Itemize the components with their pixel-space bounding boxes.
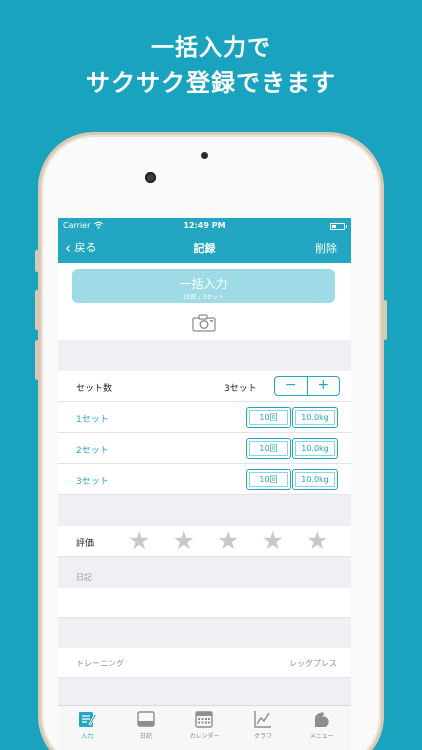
- training-value: レッグプレス: [289, 659, 337, 668]
- star-rating: ★ ★ ★ ★ ★: [128, 528, 351, 553]
- rating-row: 評価 ★ ★ ★ ★ ★: [58, 526, 351, 557]
- battery-icon: [330, 223, 347, 230]
- set-count-value: 3セット: [224, 384, 257, 394]
- tab-graph[interactable]: グラフ: [234, 706, 293, 750]
- bulk-input-button[interactable]: 一括入力 10回 / 3セット: [72, 269, 335, 303]
- volume-up-button: [35, 290, 39, 330]
- star-icon[interactable]: ★: [128, 528, 173, 553]
- plus-button[interactable]: +: [306, 377, 340, 395]
- set-count-stepper: − +: [274, 376, 340, 396]
- delete-button[interactable]: 削除: [315, 240, 337, 256]
- bulk-input-label: 一括入力: [179, 277, 228, 291]
- set-count-label: セット数: [76, 384, 113, 394]
- minus-button[interactable]: −: [275, 377, 307, 395]
- promo-line-1: 一括入力で: [151, 35, 271, 61]
- tab-diary[interactable]: 日記: [117, 706, 176, 750]
- set-row[interactable]: 2セット 10回 10.0kg: [58, 433, 351, 464]
- earpiece-dot: [201, 152, 208, 159]
- weight-field[interactable]: 10.0kg: [292, 407, 338, 428]
- training-label: トレーニング: [76, 659, 124, 668]
- front-camera: [145, 172, 156, 183]
- navigation-bar: Carrier 12:49 PM ‹ 戻る 記録 削除: [58, 218, 351, 263]
- mute-switch: [35, 250, 39, 272]
- tab-menu[interactable]: メニュー: [292, 706, 351, 750]
- set-label: 2セット: [76, 446, 109, 456]
- set-label: 3セット: [76, 477, 109, 487]
- tab-label: グラフ: [254, 733, 273, 740]
- calendar-icon: [195, 711, 214, 728]
- training-row[interactable]: トレーニング レッグプレス: [58, 648, 351, 678]
- set-label: 1セット: [76, 415, 109, 425]
- tab-label: 入力: [81, 733, 94, 740]
- star-icon[interactable]: ★: [217, 528, 262, 553]
- clock: 12:49 PM: [183, 221, 226, 230]
- bulk-input-sub: 10回 / 3セット: [182, 294, 225, 301]
- section-gap: [58, 495, 351, 526]
- volume-down-button: [35, 340, 39, 380]
- muscle-arm-icon: [314, 712, 329, 727]
- promo-line-2: サクサク登録できます: [86, 69, 336, 97]
- reps-field[interactable]: 10回: [246, 438, 291, 459]
- rating-label: 評価: [76, 539, 95, 549]
- set-count-row: セット数 3セット − +: [58, 371, 351, 402]
- star-icon[interactable]: ★: [262, 528, 307, 553]
- tab-label: カレンダー: [189, 733, 220, 740]
- reps-field[interactable]: 10回: [246, 469, 291, 490]
- pencil-note-icon: [79, 712, 98, 727]
- set-row[interactable]: 3セット 10回 10.0kg: [58, 464, 351, 495]
- set-row[interactable]: 1セット 10回 10.0kg: [58, 402, 351, 433]
- app-screen: Carrier 12:49 PM ‹ 戻る 記録 削除 一括入力 10回 / 3…: [58, 218, 351, 750]
- tab-input[interactable]: 入力: [58, 706, 117, 750]
- tab-bar: 入力 日記 カレンダー グラフ メニュー: [58, 705, 351, 750]
- weight-field[interactable]: 10.0kg: [292, 469, 338, 490]
- tab-label: 日記: [139, 733, 152, 740]
- weight-field[interactable]: 10.0kg: [292, 438, 338, 459]
- diary-label: 日記: [76, 573, 92, 582]
- tab-label: メニュー: [309, 733, 334, 740]
- camera-icon[interactable]: [192, 314, 216, 332]
- inbox-icon: [137, 711, 155, 727]
- power-button: [383, 300, 387, 340]
- section-gap: [58, 340, 351, 371]
- star-icon[interactable]: ★: [173, 528, 218, 553]
- status-bar: Carrier 12:49 PM: [58, 221, 351, 235]
- section-gap: [58, 618, 351, 648]
- line-graph-icon: [254, 711, 272, 728]
- diary-header: 日記: [58, 557, 351, 588]
- diary-input[interactable]: [58, 588, 351, 618]
- reps-field[interactable]: 10回: [246, 407, 291, 428]
- section-gap: [58, 678, 351, 705]
- star-icon[interactable]: ★: [306, 528, 351, 553]
- tab-calendar[interactable]: カレンダー: [175, 706, 234, 750]
- page-title: 記録: [193, 242, 216, 255]
